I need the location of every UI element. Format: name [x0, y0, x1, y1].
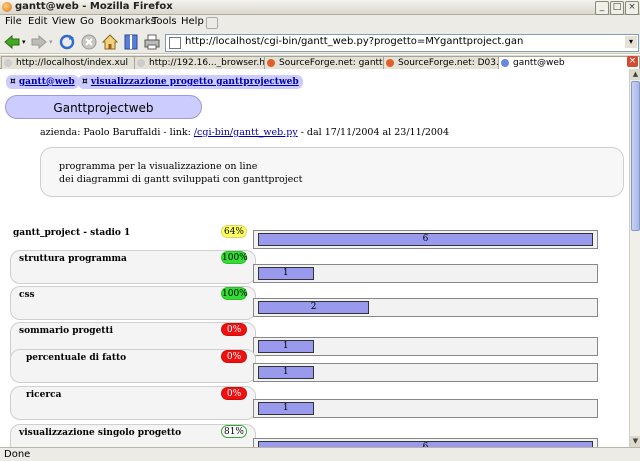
tab-favicon-icon — [386, 59, 394, 67]
gantt-bar[interactable]: 1 — [258, 366, 314, 379]
page-content: ¤ gantt@web ¤ visualizzazione progetto g… — [0, 69, 629, 447]
breadcrumb-project[interactable]: ¤ visualizzazione progetto ganttprojectw… — [78, 75, 303, 89]
task-name: ricerca — [26, 390, 62, 400]
gantt-timeline-row: 1 — [253, 264, 598, 283]
task-row: struttura programma 100% — [10, 250, 256, 284]
title-bar: gantt@web - Mozilla Firefox _ □ × — [0, 0, 640, 15]
close-tab-icon[interactable]: × — [627, 56, 638, 67]
task-name: percentuale di fatto — [26, 353, 127, 363]
page-title: Ganttprojectweb — [5, 95, 202, 119]
description-box: programma per la visualizzazione on line… — [40, 147, 624, 197]
task-name: sommario progetti — [19, 326, 114, 336]
menu-edit[interactable]: Edit — [28, 16, 47, 27]
forward-dropdown-icon[interactable]: ▾ — [49, 38, 53, 46]
forward-icon[interactable] — [30, 33, 48, 51]
scroll-up-icon[interactable]: ▲ — [630, 69, 640, 80]
gantt-bar[interactable]: 1 — [258, 267, 314, 280]
task-row: visualizzazione singolo progetto 81% — [10, 424, 256, 447]
description-line: programma per la visualizzazione on line — [59, 161, 258, 172]
vertical-scrollbar[interactable]: ▲ ▼ — [629, 69, 640, 447]
tab-sourceforge-ganttweb[interactable]: SourceForge.net: ganttweb... — [264, 56, 398, 70]
task-row: css 100% — [10, 286, 256, 320]
scroll-thumb[interactable] — [631, 81, 640, 231]
tab-favicon-icon — [4, 59, 12, 67]
scroll-down-icon[interactable]: ▼ — [630, 436, 640, 447]
gantt-bar[interactable]: 1 — [258, 402, 314, 415]
tab-gantt-web[interactable]: gantt@web — [498, 56, 640, 70]
menu-file[interactable]: File — [5, 16, 22, 27]
reload-icon[interactable] — [58, 33, 76, 51]
firefox-icon — [2, 2, 12, 12]
maximize-icon[interactable]: □ — [610, 1, 624, 15]
date-range-text: - dal 17/11/2004 al 23/11/2004 — [297, 127, 449, 138]
print-icon[interactable] — [143, 33, 161, 51]
breadcrumb-home[interactable]: ¤ gantt@web — [6, 75, 79, 89]
gantt-bar[interactable]: 2 — [258, 301, 370, 314]
menu-bar: File Edit View Go Bookmarks Tools Help — [0, 15, 640, 30]
nav-bullet-icon: ¤ — [10, 77, 16, 87]
gantt-timeline-row: 6 — [253, 230, 598, 249]
gantt-bar[interactable]: 1 — [258, 340, 314, 353]
nav-link-project[interactable]: visualizzazione progetto ganttprojectweb — [91, 77, 299, 87]
menu-go[interactable]: Go — [80, 16, 94, 27]
tab-label: http://localhost/index.xul — [16, 58, 129, 68]
page-icon — [169, 37, 181, 49]
task-name: gantt_project - stadio 1 — [13, 228, 131, 238]
window-title: gantt@web - Mozilla Firefox — [15, 1, 173, 12]
throbber-icon — [206, 17, 218, 29]
tab-favicon-icon — [137, 59, 145, 67]
tab-label: http://192.16..._browser.html — [149, 58, 279, 68]
task-progress-badge: 64% — [221, 225, 247, 238]
url-dropdown-icon[interactable]: ▾ — [625, 36, 637, 48]
url-bar[interactable]: http://localhost/cgi-bin/gantt_web.py?pr… — [165, 34, 639, 52]
azienda-text: azienda: Paolo Baruffaldi - link: — [40, 127, 194, 138]
tab-label: SourceForge.net: D03. Proj... — [398, 58, 512, 68]
home-icon[interactable] — [101, 33, 119, 51]
nav-link-ganttweb[interactable]: gantt@web — [19, 77, 75, 87]
azienda-link[interactable]: /cgi-bin/gantt_web.py — [194, 127, 298, 138]
stop-icon[interactable] — [80, 33, 98, 51]
task-progress-badge: 0% — [221, 323, 247, 336]
tab-localhost-index[interactable]: http://localhost/index.xul — [1, 56, 149, 70]
menu-tools[interactable]: Tools — [152, 16, 177, 27]
tab-strip: http://localhost/index.xul http://192.16… — [0, 55, 640, 70]
gantt-timeline-row: 2 — [253, 298, 598, 317]
description-line: dei diagrammi di gantt sviluppati con ga… — [59, 174, 303, 185]
task-progress-badge: 0% — [221, 350, 247, 363]
task-name: css — [19, 290, 35, 300]
url-text[interactable]: http://localhost/cgi-bin/gantt_web.py?pr… — [185, 36, 523, 47]
task-name: visualizzazione singolo progetto — [19, 428, 182, 438]
gantt-timeline-row: 1 — [253, 363, 598, 382]
navigation-toolbar: ▾ ▾ http://localhost/cgi-bin/gantt_web.p… — [0, 30, 640, 54]
task-progress-badge: 100% — [221, 251, 248, 264]
nav-bullet-icon: ¤ — [82, 77, 88, 87]
gantt-timeline-row: 6 — [253, 438, 598, 447]
task-progress-badge: 100% — [221, 287, 248, 300]
gantt-timeline-row: 1 — [253, 399, 598, 418]
status-bar: Done — [0, 447, 640, 461]
task-row: percentuale di fatto 0% — [10, 349, 256, 383]
tab-label: gantt@web — [513, 58, 565, 68]
menu-help[interactable]: Help — [181, 16, 204, 27]
task-name: struttura programma — [19, 254, 127, 264]
close-icon[interactable]: × — [625, 1, 639, 15]
azienda-info: azienda: Paolo Baruffaldi - link: /cgi-b… — [40, 127, 449, 138]
task-progress-badge: 0% — [221, 387, 247, 400]
gantt-timeline-row: 1 — [253, 337, 598, 356]
status-text: Done — [4, 449, 31, 460]
bookmarks-icon[interactable] — [122, 33, 140, 51]
tab-favicon-icon — [501, 59, 509, 67]
back-dropdown-icon[interactable]: ▾ — [22, 38, 26, 46]
minimize-icon[interactable]: _ — [595, 1, 609, 15]
tab-favicon-icon — [267, 59, 275, 67]
task-row: ricerca 0% — [10, 386, 256, 420]
menu-view[interactable]: View — [52, 16, 76, 27]
tab-sourceforge-d03[interactable]: SourceForge.net: D03. Proj... — [383, 56, 513, 70]
gantt-bar[interactable]: 6 — [258, 233, 593, 246]
tab-label: SourceForge.net: ganttweb... — [279, 58, 398, 68]
task-progress-badge: 81% — [221, 425, 247, 438]
menu-bookmarks[interactable]: Bookmarks — [100, 16, 156, 27]
back-icon[interactable] — [3, 33, 21, 51]
tab-192-browser[interactable]: http://192.16..._browser.html — [134, 56, 279, 70]
